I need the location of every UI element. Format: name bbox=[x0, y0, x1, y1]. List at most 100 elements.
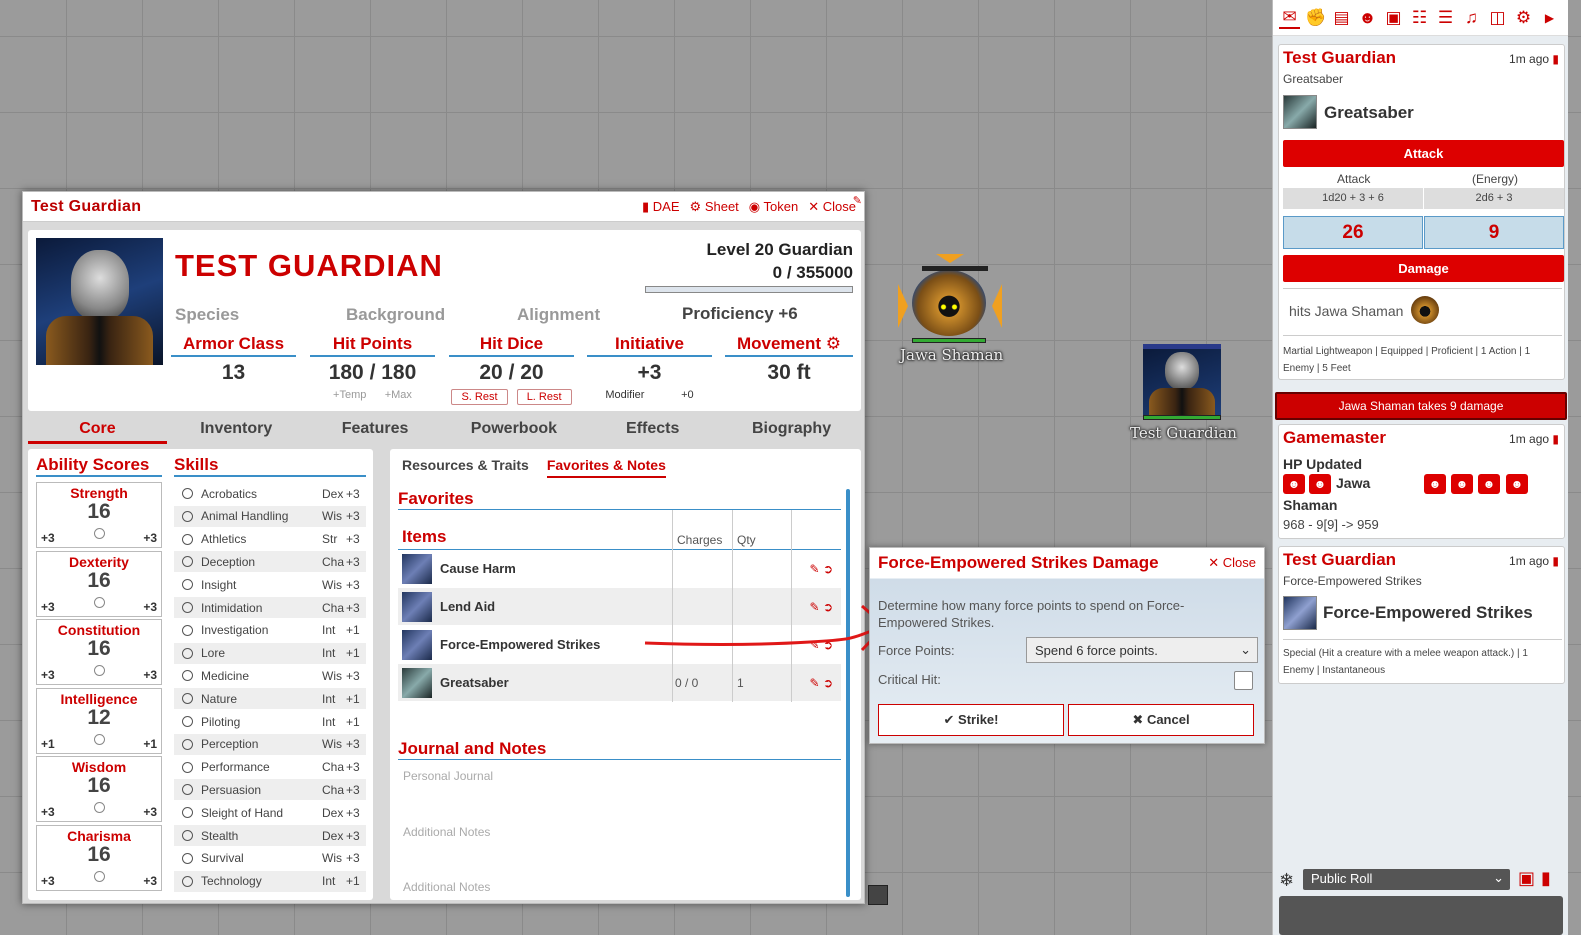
chat-tab-icon[interactable]: ✉ bbox=[1279, 7, 1300, 29]
delete-gm-message-icon[interactable]: ▮ bbox=[1552, 432, 1559, 446]
ability-dexterity[interactable]: Dexterity 16 +3 +3 bbox=[36, 550, 162, 617]
skill-proficiency-toggle[interactable] bbox=[182, 488, 193, 499]
settings-tab-icon[interactable]: ⚙ bbox=[1513, 8, 1534, 28]
skill-proficiency-toggle[interactable] bbox=[182, 647, 193, 659]
character-name[interactable]: TEST GUARDIAN bbox=[175, 248, 443, 284]
skill-proficiency-toggle[interactable] bbox=[182, 533, 193, 545]
favorite-item-row[interactable]: Greatsaber 0 / 0 1 ✎ ➲ bbox=[398, 664, 841, 702]
skill-proficiency-toggle[interactable] bbox=[182, 579, 193, 591]
user-remove-icon[interactable]: ☻ bbox=[1309, 474, 1331, 494]
background-field[interactable]: Background bbox=[346, 305, 445, 325]
ability-save[interactable]: +3 bbox=[143, 805, 157, 819]
token-config-button[interactable]: ◉ Token bbox=[749, 199, 798, 215]
skill-row[interactable]: Survival Wis +3 bbox=[174, 848, 366, 869]
skill-proficiency-toggle[interactable] bbox=[182, 875, 193, 887]
compendium-tab-icon[interactable]: ◫ bbox=[1487, 8, 1508, 28]
popout-icon[interactable]: ✎ bbox=[853, 194, 862, 207]
favorite-item-row[interactable]: Cause Harm ✎ ➲ bbox=[398, 550, 841, 588]
max-hp[interactable]: +Max bbox=[385, 389, 412, 401]
journal-tab-icon[interactable]: ☷ bbox=[1409, 8, 1430, 28]
skill-row[interactable]: Lore Int +1 bbox=[174, 642, 366, 664]
personal-journal-field[interactable]: Personal Journal bbox=[403, 769, 493, 783]
fes-item-name[interactable]: Force-Empowered Strikes bbox=[1323, 603, 1533, 623]
skill-proficiency-toggle[interactable] bbox=[182, 852, 193, 864]
skill-proficiency-toggle[interactable] bbox=[182, 510, 193, 522]
skill-row[interactable]: Technology Int +1 bbox=[174, 870, 366, 892]
apply-icon[interactable]: ☻ bbox=[1506, 474, 1528, 494]
ability-save[interactable]: +3 bbox=[143, 600, 157, 614]
skill-row[interactable]: Animal Handling Wis +3 bbox=[174, 505, 366, 527]
roll-type-icon[interactable]: ❄ bbox=[1279, 870, 1294, 891]
hit-points[interactable]: Hit Points 180 / 180 +Temp +Max bbox=[310, 334, 435, 401]
initiative[interactable]: Initiative +3 Modifier +0 bbox=[587, 334, 712, 401]
short-rest-button[interactable]: S. Rest bbox=[451, 389, 508, 405]
xp-value[interactable]: 0 / 355000 bbox=[773, 263, 853, 283]
skill-row[interactable]: Medicine Wis +3 bbox=[174, 665, 366, 686]
ability-save[interactable]: +3 bbox=[143, 531, 157, 545]
tab-core[interactable]: Core bbox=[28, 416, 167, 444]
skill-row[interactable]: Insight Wis +3 bbox=[174, 574, 366, 595]
resize-handle[interactable] bbox=[868, 885, 888, 905]
strike-button[interactable]: ✔ Strike! bbox=[878, 704, 1064, 736]
subtab-favorites[interactable]: Favorites & Notes bbox=[546, 457, 666, 478]
ability-mod[interactable]: +3 bbox=[41, 668, 55, 682]
cancel-button[interactable]: ✖ Cancel bbox=[1068, 704, 1254, 736]
ability-mod[interactable]: +1 bbox=[41, 737, 55, 751]
favorites-scrollbar[interactable] bbox=[846, 489, 850, 897]
skill-row[interactable]: Nature Int +1 bbox=[174, 688, 366, 710]
skill-proficiency-toggle[interactable] bbox=[182, 693, 193, 705]
dae-button[interactable]: ▮ DAE bbox=[642, 199, 680, 215]
save-proficiency-toggle[interactable] bbox=[94, 870, 105, 882]
ability-constitution[interactable]: Constitution 16 +3 +3 bbox=[36, 619, 162, 685]
ability-wisdom[interactable]: Wisdom 16 +3 +3 bbox=[36, 756, 162, 822]
heal-icon[interactable]: ☻ bbox=[1424, 474, 1446, 494]
roll-icon[interactable]: ➲ bbox=[823, 676, 833, 690]
damage-button[interactable]: Damage bbox=[1283, 255, 1564, 282]
save-proficiency-toggle[interactable] bbox=[94, 528, 105, 539]
delete-message-icon[interactable]: ▮ bbox=[1552, 52, 1559, 66]
skill-row[interactable]: Investigation Int +1 bbox=[174, 620, 366, 641]
skill-proficiency-toggle[interactable] bbox=[182, 716, 193, 727]
skill-row[interactable]: Deception Cha +3 bbox=[174, 551, 366, 573]
skill-proficiency-toggle[interactable] bbox=[182, 807, 193, 819]
movement-config-icon[interactable]: ⚙ bbox=[826, 334, 841, 353]
actors-tab-icon[interactable]: ☻ bbox=[1357, 8, 1378, 28]
skill-row[interactable]: Sleight of Hand Dex +3 bbox=[174, 802, 366, 823]
skill-row[interactable]: Piloting Int +1 bbox=[174, 711, 366, 732]
sheet-titlebar[interactable]: Test Guardian ▮ DAE ⚙ Sheet ◉ Token ✕ Cl… bbox=[23, 192, 864, 222]
ability-strength[interactable]: Strength 16 +3 +3 bbox=[36, 482, 162, 548]
close-sheet-button[interactable]: ✕ Close bbox=[808, 199, 856, 215]
character-portrait[interactable] bbox=[36, 238, 163, 365]
force-points-select[interactable]: Spend 6 force points. ⌄ bbox=[1026, 637, 1258, 663]
attack-total[interactable]: 26 bbox=[1283, 216, 1423, 249]
clear-chat-icon[interactable]: ▮ bbox=[1541, 868, 1551, 889]
species-field[interactable]: Species bbox=[175, 305, 239, 325]
tab-effects[interactable]: Effects bbox=[583, 416, 722, 444]
alignment-field[interactable]: Alignment bbox=[517, 305, 600, 325]
save-proficiency-toggle[interactable] bbox=[94, 665, 105, 676]
roll-icon[interactable]: ➲ bbox=[823, 562, 833, 576]
items-tab-icon[interactable]: ▣ bbox=[1383, 8, 1404, 28]
additional-notes-field-2[interactable]: Additional Notes bbox=[403, 880, 490, 894]
skill-proficiency-toggle[interactable] bbox=[182, 784, 193, 796]
attack-formula[interactable]: 1d20 + 3 + 6 bbox=[1283, 188, 1423, 209]
skill-proficiency-toggle[interactable] bbox=[182, 602, 193, 613]
skill-proficiency-toggle[interactable] bbox=[182, 761, 193, 773]
tab-biography[interactable]: Biography bbox=[722, 416, 861, 444]
tab-features[interactable]: Features bbox=[306, 416, 445, 444]
skill-row[interactable]: Stealth Dex +3 bbox=[174, 825, 366, 846]
edit-icon[interactable]: ✎ bbox=[810, 676, 820, 690]
skill-row[interactable]: Performance Cha +3 bbox=[174, 757, 366, 778]
ability-save[interactable]: +3 bbox=[143, 874, 157, 888]
ability-mod[interactable]: +3 bbox=[41, 874, 55, 888]
jawa-shaman-token[interactable] bbox=[898, 254, 1002, 344]
long-rest-button[interactable]: L. Rest bbox=[516, 389, 572, 405]
skill-row[interactable]: Intimidation Cha +3 bbox=[174, 597, 366, 618]
ability-save[interactable]: +1 bbox=[143, 737, 157, 751]
scenes-tab-icon[interactable]: ▤ bbox=[1331, 8, 1352, 28]
save-chat-icon[interactable]: ▣ bbox=[1518, 868, 1535, 889]
edit-icon[interactable]: ✎ bbox=[810, 562, 820, 576]
test-guardian-token[interactable] bbox=[1143, 344, 1221, 422]
group-icon[interactable]: ☻ bbox=[1451, 474, 1473, 494]
item-name[interactable]: Greatsaber bbox=[1324, 103, 1414, 123]
